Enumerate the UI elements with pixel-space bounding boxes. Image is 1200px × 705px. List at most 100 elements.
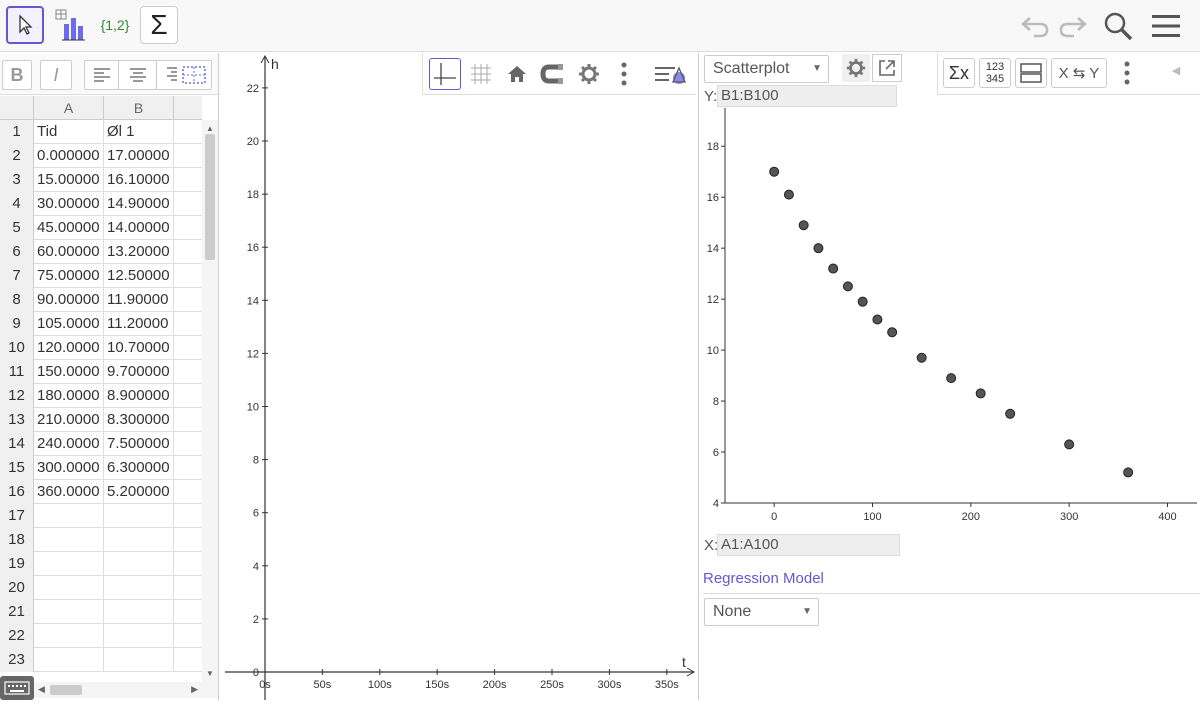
cell-b[interactable] (104, 600, 174, 624)
stats-settings-button[interactable] (842, 54, 870, 82)
cell-a[interactable]: 180.0000 (34, 384, 104, 408)
cell-a[interactable]: 60.00000 (34, 240, 104, 264)
row-header[interactable]: 2 (0, 144, 34, 168)
row-header[interactable]: 5 (0, 216, 34, 240)
cell-b[interactable]: 8.300000 (104, 408, 174, 432)
y-range-field[interactable]: B1:B100 (717, 85, 897, 107)
scroll-left-icon[interactable]: ◀ (38, 684, 45, 695)
cell-a[interactable] (34, 552, 104, 576)
cell-a[interactable]: 105.0000 (34, 312, 104, 336)
row-header[interactable]: 20 (0, 576, 34, 600)
sum-tool-button[interactable]: Σ (140, 6, 178, 44)
cell-b[interactable]: 14.90000 (104, 192, 174, 216)
show-statistics-button[interactable]: Σx (943, 58, 975, 88)
cell-a[interactable]: 300.0000 (34, 456, 104, 480)
row-header[interactable]: 17 (0, 504, 34, 528)
cell-a[interactable]: 210.0000 (34, 408, 104, 432)
move-tool-button[interactable] (6, 6, 44, 44)
swap-xy-button[interactable]: X ⇆ Y (1051, 58, 1107, 88)
row-header[interactable]: 12 (0, 384, 34, 408)
row-header[interactable]: 18 (0, 528, 34, 552)
cell-a[interactable] (34, 600, 104, 624)
graphics-more-button[interactable] (611, 58, 637, 90)
spreadsheet-chart-tool-button[interactable] (52, 6, 90, 44)
redo-button[interactable] (1056, 10, 1090, 42)
cell-a[interactable]: 120.0000 (34, 336, 104, 360)
standard-view-button[interactable] (501, 58, 533, 90)
cell-a[interactable]: 360.0000 (34, 480, 104, 504)
cell-b[interactable]: 17.00000 (104, 144, 174, 168)
cell-b[interactable]: 11.20000 (104, 312, 174, 336)
cell-b[interactable]: 6.300000 (104, 456, 174, 480)
row-header[interactable]: 6 (0, 240, 34, 264)
bold-button[interactable]: B (2, 60, 32, 90)
cell-a[interactable]: Tid (34, 120, 104, 144)
cell-b[interactable]: 8.900000 (104, 384, 174, 408)
row-header[interactable]: 9 (0, 312, 34, 336)
cell-b[interactable] (104, 648, 174, 672)
row-header[interactable]: 23 (0, 648, 34, 672)
show-data-button[interactable]: 123 345 (979, 58, 1011, 88)
cell-a[interactable] (34, 624, 104, 648)
create-list-tool-button[interactable]: {1,2} (96, 6, 134, 44)
undo-button[interactable] (1018, 10, 1052, 42)
toggle-style-bar-button[interactable] (651, 58, 691, 90)
main-menu-button[interactable] (1148, 11, 1184, 41)
row-header[interactable]: 21 (0, 600, 34, 624)
search-button[interactable] (1100, 9, 1136, 43)
cell-a[interactable]: 150.0000 (34, 360, 104, 384)
row-header[interactable]: 15 (0, 456, 34, 480)
cell-b[interactable] (104, 504, 174, 528)
row-header[interactable]: 10 (0, 336, 34, 360)
toggle-grid-button[interactable] (465, 58, 497, 90)
align-left-button[interactable] (84, 60, 118, 90)
italic-button[interactable]: I (40, 60, 72, 90)
keyboard-button[interactable] (0, 676, 34, 700)
scroll-right-icon[interactable]: ▶ (191, 684, 198, 695)
spreadsheet-horizontal-scrollbar[interactable]: ◀ ▶ (34, 682, 218, 698)
cell-b[interactable] (104, 528, 174, 552)
cell-a[interactable]: 0.000000 (34, 144, 104, 168)
cell-b[interactable]: 13.20000 (104, 240, 174, 264)
cell-b[interactable] (104, 552, 174, 576)
cell-b[interactable]: 7.500000 (104, 432, 174, 456)
align-center-button[interactable] (118, 60, 156, 90)
row-header[interactable]: 7 (0, 264, 34, 288)
cell-b[interactable]: 5.200000 (104, 480, 174, 504)
spreadsheet-vertical-scrollbar[interactable]: ▲ ▼ (202, 120, 218, 682)
cell-b[interactable]: 14.00000 (104, 216, 174, 240)
plot-type-select[interactable]: Scatterplot ▼ (704, 55, 829, 83)
point-capturing-button[interactable] (537, 58, 569, 90)
row-header[interactable]: 16 (0, 480, 34, 504)
cell-b[interactable]: 12.50000 (104, 264, 174, 288)
cell-a[interactable]: 45.00000 (34, 216, 104, 240)
graphics-settings-button[interactable] (573, 58, 605, 90)
regression-model-select[interactable]: None ▼ (704, 598, 819, 626)
cell-a[interactable] (34, 528, 104, 552)
cell-b[interactable]: 9.700000 (104, 360, 174, 384)
corner-cell[interactable] (0, 96, 34, 120)
row-header[interactable]: 4 (0, 192, 34, 216)
stats-more-button[interactable] (1116, 58, 1138, 88)
cell-a[interactable]: 240.0000 (34, 432, 104, 456)
graphics-view[interactable]: 0s 50s 100s 150s 200s 250s 300s 350s 0 2 4 6 8 10 12 14… (225, 53, 696, 700)
cell-a[interactable] (34, 648, 104, 672)
row-header[interactable]: 1 (0, 120, 34, 144)
row-header[interactable]: 8 (0, 288, 34, 312)
align-right-and-border-button[interactable] (156, 60, 212, 90)
cell-a[interactable]: 75.00000 (34, 264, 104, 288)
cell-b[interactable] (104, 576, 174, 600)
cell-a[interactable] (34, 576, 104, 600)
vertical-scroll-thumb[interactable] (205, 134, 215, 260)
export-plot-button[interactable] (872, 54, 902, 82)
toggle-axes-button[interactable] (429, 58, 461, 90)
row-header[interactable]: 14 (0, 432, 34, 456)
row-header[interactable]: 22 (0, 624, 34, 648)
panel-divider-right[interactable] (698, 53, 699, 700)
cell-a[interactable]: 15.00000 (34, 168, 104, 192)
cell-a[interactable]: 90.00000 (34, 288, 104, 312)
column-header-b[interactable]: B (104, 96, 174, 120)
row-header[interactable]: 11 (0, 360, 34, 384)
horizontal-scroll-thumb[interactable] (50, 685, 82, 695)
row-header[interactable]: 19 (0, 552, 34, 576)
